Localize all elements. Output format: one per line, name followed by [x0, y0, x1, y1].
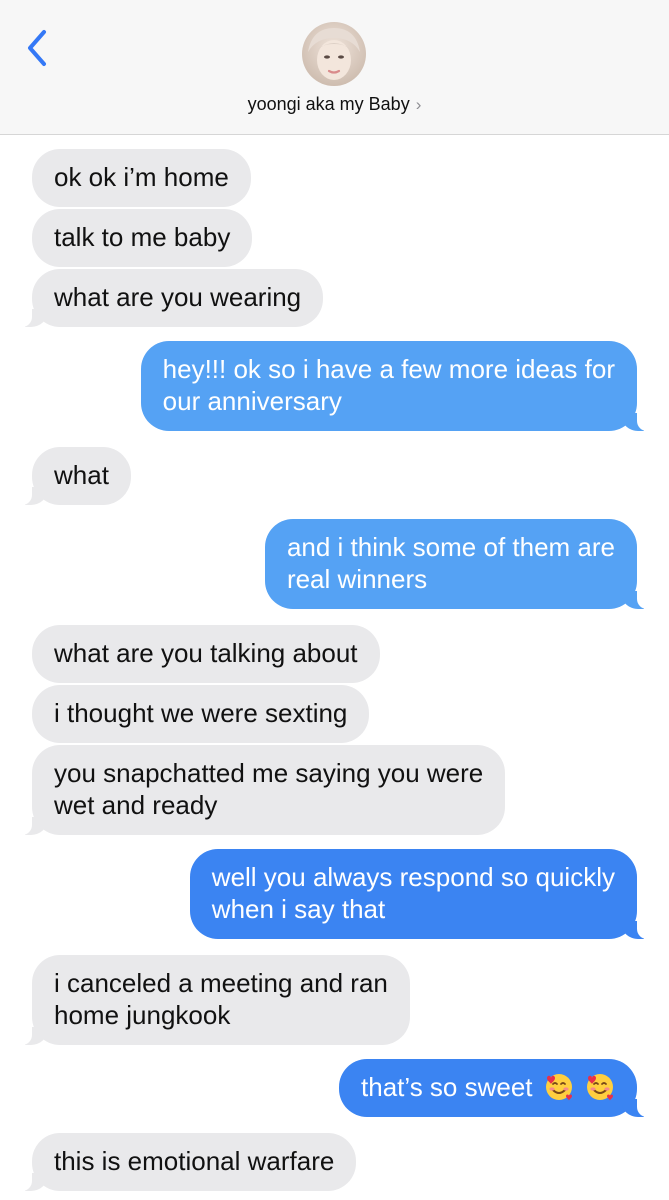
chevron-right-icon: ›	[415, 95, 422, 114]
message-text: what are you wearing	[54, 282, 302, 312]
message-text: i thought we were sexting	[54, 698, 348, 728]
message-bubble-incoming[interactable]: i canceled a meeting and ran home jungko…	[10, 955, 410, 1045]
message-text-line: our anniversary	[162, 386, 342, 416]
message-text: that’s so sweet	[361, 1072, 533, 1102]
message-bubble-outgoing[interactable]: well you always respond so quickly when …	[189, 849, 660, 939]
conversation-header: yoongi aka my Baby ›	[0, 0, 669, 135]
message-bubble-incoming[interactable]: you snapchatted me saying you were wet a…	[9, 745, 506, 835]
avatar-photo	[302, 22, 366, 86]
message-bubble-incoming[interactable]: talk to me baby	[32, 209, 253, 267]
message-text-line: you snapchatted me saying you were	[54, 758, 484, 788]
contact-avatar[interactable]	[302, 22, 366, 86]
message-text: what are you talking about	[54, 638, 358, 668]
message-text-line: wet and ready	[54, 790, 218, 820]
message-text-line: when i say that	[211, 894, 386, 924]
message-text-line: and i think some of them are	[286, 532, 615, 562]
message-bubble-incoming[interactable]: what	[10, 447, 131, 505]
message-thread[interactable]: ok ok i’m home talk to me baby what are …	[0, 135, 669, 1200]
message-bubble-outgoing[interactable]: hey!!! ok so i have a few more ideas for…	[140, 341, 660, 431]
message-text: ok ok i’m home	[54, 162, 229, 192]
message-bubble-outgoing[interactable]: that’s so sweet	[339, 1059, 659, 1117]
message-text: talk to me baby	[54, 222, 231, 252]
contact-name: yoongi aka my Baby	[247, 94, 410, 114]
smiling-face-with-hearts-icon	[587, 1074, 613, 1101]
message-bubble-incoming[interactable]: i thought we were sexting	[32, 685, 370, 743]
message-text-line: i canceled a meeting and ran	[54, 968, 388, 998]
message-bubble-incoming[interactable]: what are you talking about	[32, 625, 380, 683]
back-button[interactable]	[22, 28, 56, 68]
message-text: this is emotional warfare	[54, 1146, 335, 1176]
message-text-line: well you always respond so quickly	[211, 862, 615, 892]
message-text: what	[54, 460, 109, 490]
message-bubble-incoming[interactable]: this is emotional warfare	[9, 1133, 357, 1191]
message-text-line: hey!!! ok so i have a few more ideas for	[162, 354, 615, 384]
chevron-left-icon	[28, 30, 46, 66]
message-bubble-outgoing[interactable]: and i think some of them are real winner…	[264, 519, 660, 609]
message-bubble-incoming[interactable]: ok ok i’m home	[32, 149, 251, 207]
smiling-face-with-hearts-icon	[545, 1074, 572, 1101]
contact-name-button[interactable]: yoongi aka my Baby ›	[0, 94, 669, 115]
message-text-line: real winners	[286, 564, 428, 594]
message-bubble-incoming[interactable]: what are you wearing	[9, 269, 324, 327]
message-text-line: home jungkook	[54, 1000, 231, 1030]
